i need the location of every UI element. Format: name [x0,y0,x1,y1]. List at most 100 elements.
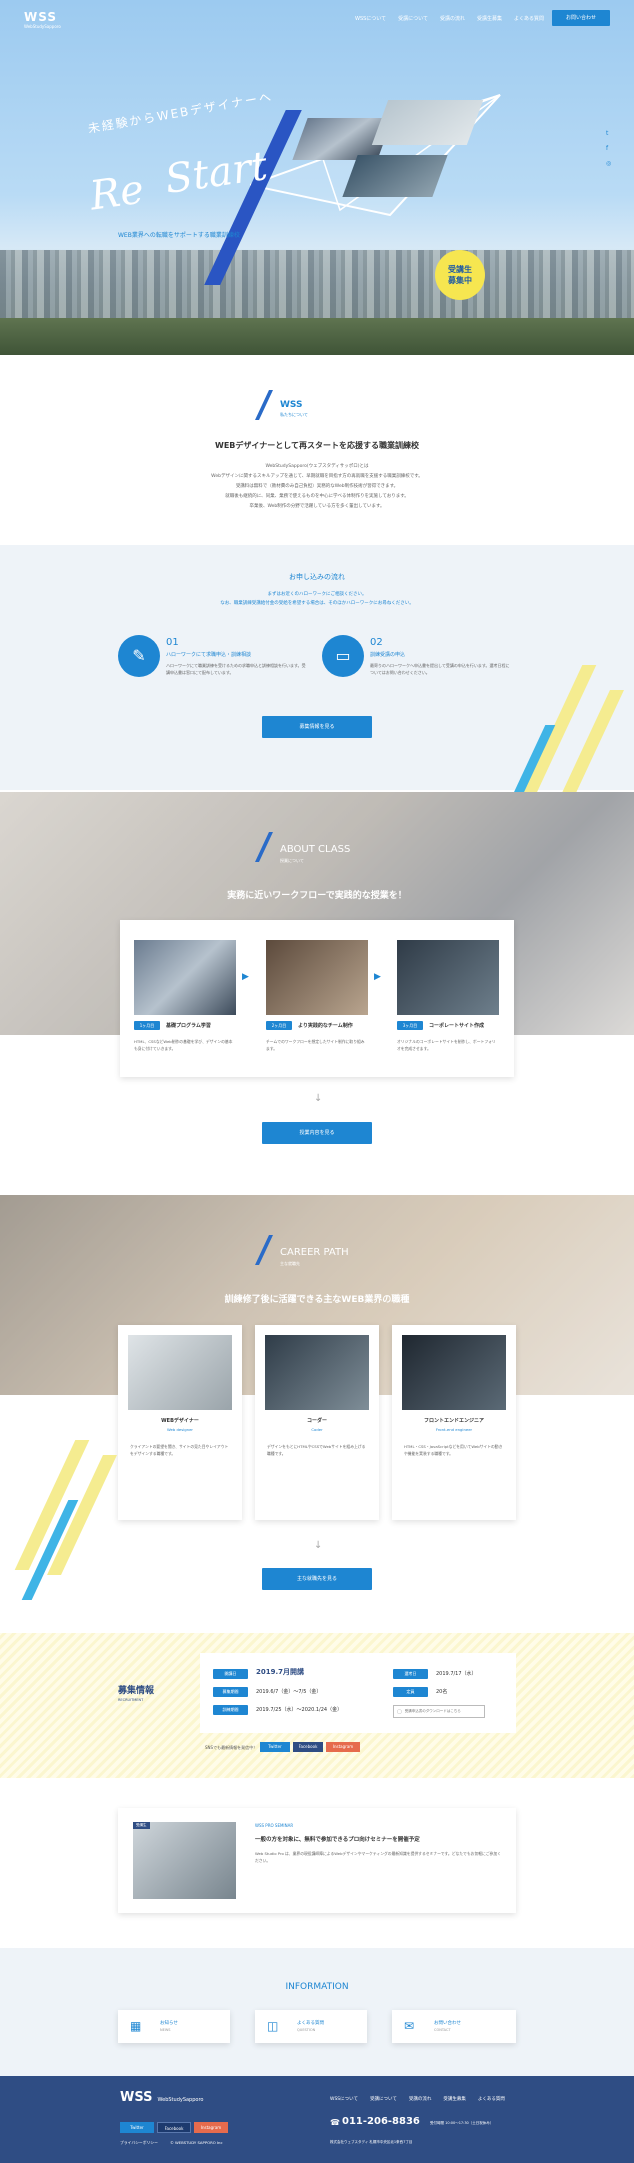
nav-item-recruit[interactable]: 受講生募集 [477,15,502,22]
sns-twitter-button[interactable]: Twitter [260,1742,290,1752]
site-logo[interactable]: WSS WebStudySapporo [24,10,61,29]
building-icon: ▦ [130,2019,142,2033]
recruiting-badge[interactable]: 受講生 募集中 [435,250,485,300]
flow-step-2: ▭ 02 訓練受講の申込 最寄りのハローワークへ申込書を提出して受講の申込を行い… [322,635,517,695]
month-tag: 1ヶ月目 [134,1021,160,1030]
recruit-en: RECRUITMENT [118,1698,144,1702]
about-body-line: 受講料は無料で（教材費のみ自己負担）実務的なWeb制作技術が習得できます。 [235,484,399,489]
footer-facebook-button[interactable]: Facebook [157,2122,191,2133]
flow-step-1: ✎ 01 ハローワークにて求職申込・訓練相談 ハローワークにて職業訓練を受けるた… [118,635,313,695]
job-card-coder[interactable]: コーダー Coder デザインをもとにHTMLやCSSでWebサイトを組み上げる… [255,1325,379,1520]
job-en: Coder [311,1427,323,1432]
recruit-value: 2019.7月開講 [256,1668,305,1676]
about-body-line: Webデザインに関するスキルアップを通じて、早期就職を目指す方の再就職を支援する… [211,474,423,479]
step-text: ハローワークにて職業訓練を受けるための求職申込と訓練相談を行います。受講申込書は… [166,663,306,675]
info-faq[interactable]: ◫ よくある質問 QUESTION [255,2010,367,2043]
step-num: 02 [370,637,383,648]
step-title: 訓練受講の申込 [370,652,406,658]
job-en: Front-end engineer [435,1427,473,1432]
job-title: WEBデザイナー [161,1418,199,1424]
recruit-value: 2019.6/7（金）〜7/5（金） [256,1689,322,1695]
contact-button[interactable]: お問い合わせ [552,10,610,26]
info-item-en: QUESTION [297,2028,316,2032]
about-body-line: 就職後も継続的に、同業、業務で使えるものを中心に学べる体制作りを実施しております… [225,494,409,499]
class-kana: 授業について [280,858,304,863]
sns-share-text: SNSでも最新情報を発信中！ [205,1745,258,1750]
down-arrow-icon: ↓ [314,1540,323,1551]
class-step-text: チームでのワークフローを想定したサイト制作に取り組みます。 [266,1039,365,1051]
sns-facebook-button[interactable]: Facebook [293,1742,323,1752]
about-body: WebStudySapporo(ウェブスタディサッポロ)とは Webデザインに関… [80,462,554,512]
seminar-title: 一般の方を対象に、無料で参加できるプロ向けセミナーを開催予定 [255,1837,420,1843]
hero-title-re: Re [87,166,147,220]
recruit-info-button[interactable]: 募集情報を見る [262,716,372,738]
step-num: 01 [166,637,179,648]
hero-photo-3 [342,155,448,197]
deco-stripe-yellow [47,1455,117,1575]
footer-address: 株式会社ウェブスタディ 札幌市中央区北1条西7丁目 [330,2140,413,2144]
info-item-title: お問い合わせ [434,2021,461,2026]
footer-nav-recruit[interactable]: 受講生募集 [443,2096,466,2102]
footer-copyright: © WEBSTUDY SAPPORO Inc [170,2140,223,2145]
down-arrow-icon: ↓ [314,1093,323,1104]
footer-nav-faq[interactable]: よくある質問 [478,2096,505,2102]
recruit-value: 2019.7/17（水） [436,1671,477,1677]
nav-item-faq[interactable]: よくある質問 [514,15,544,22]
about-name: WSS [280,400,303,410]
job-card-frontend[interactable]: フロントエンドエンジニア Front-end engineer HTML・CSS… [392,1325,516,1520]
info-news[interactable]: ▦ お知らせ NEWS [118,2010,230,2043]
class-step-text: HTML、CSSなどWeb制作の基礎を学び、デザインの基本も身に付けていきます。 [134,1039,233,1051]
footer [0,2076,634,2163]
twitter-icon[interactable]: t [606,130,611,137]
chat-icon: ◫ [267,2019,279,2033]
footer-nav-course[interactable]: 受講について [370,2096,397,2102]
about-kana: 私たちについて [280,412,308,417]
job-text: HTML・CSS・JavaScriptなどを用いてWebサイトの動きや機能を実装… [404,1444,503,1456]
month-tag: 2ヶ月目 [266,1021,292,1030]
class-content-button[interactable]: 授業内容を見る [262,1122,372,1144]
footer-nav-about[interactable]: WSSについて [330,2096,358,2102]
month-tag: 3ヶ月目 [397,1021,423,1030]
job-title: コーダー [306,1418,327,1424]
info-item-en: NEWS [160,2028,171,2032]
footer-nav-flow[interactable]: 受講の流れ [409,2096,432,2102]
sns-instagram-button[interactable]: Instagram [326,1742,360,1752]
recruit-label: 開講日 [213,1669,248,1679]
footer-privacy-link[interactable]: プライバシーポリシー [120,2140,158,2146]
recruit-value: 2019.7/25（水）〜2020.1/24（金） [256,1707,343,1713]
job-en: Web designer [167,1427,193,1432]
flow-desc-line: まずはお近くのハローワークにご相談ください。 [267,592,367,597]
footer-hours: 受付時間 10:00〜17:30（土日祝休み） [430,2121,494,2125]
footer-logo[interactable]: WSS WebStudySapporo [120,2090,203,2105]
flow-desc: まずはお近くのハローワークにご相談ください。 なお、職業訓練受講給付金の受給を希… [0,590,634,608]
info-contact[interactable]: ✉ お問い合わせ CONTACT [392,2010,516,2043]
phone-icon: ☎ [330,2118,340,2127]
recruit-title: 募集情報 [118,1686,155,1696]
header-nav: WSSについて 受講について 受講の流れ 受講生募集 よくある質問 [355,15,544,22]
step-text: 最寄りのハローワークへ申込書を提出して受講の申込を行います。選考日程についてはお… [370,663,510,675]
nav-item-about[interactable]: WSSについて [355,15,386,22]
info-item-title: お知らせ [160,2021,178,2026]
nav-item-course[interactable]: 受講について [398,15,428,22]
document-icon: ▢ [397,1708,402,1715]
info-item-en: CONTACT [434,2028,451,2032]
job-text: デザインをもとにHTMLやCSSでWebサイトを組み上げる職種です。 [267,1444,366,1456]
nav-item-flow[interactable]: 受講の流れ [440,15,465,22]
career-button[interactable]: 主な就職先を見る [262,1568,372,1590]
pdf-link-text: 受講申込書のダウンロードはこちら [404,1709,461,1713]
recruit-label: 定員 [393,1687,428,1697]
footer-instagram-button[interactable]: Instagram [194,2122,228,2133]
job-photo [265,1335,369,1410]
class-step-title: 基礎プログラム学習 [166,1023,211,1029]
job-card-designer[interactable]: WEBデザイナー Web designer クライアントの要望を聞き、サイトの見… [118,1325,242,1520]
hero-photo-2 [371,100,484,145]
class-title: ABOUT CLASS [280,844,351,855]
footer-twitter-button[interactable]: Twitter [120,2122,154,2133]
footer-phone[interactable]: 011-206-8836 [342,2116,420,2127]
seminar-text: Web Studio Pro は、業界の現役講師陣によるWebデザインやマーケテ… [255,1851,501,1863]
career-title: CAREER PATH [280,1247,349,1258]
instagram-icon[interactable]: ◎ [606,160,611,167]
recruit-label: 募集期間 [213,1687,248,1697]
pdf-download-link[interactable]: ▢ 受講申込書のダウンロードはこちら [393,1705,485,1718]
facebook-icon[interactable]: f [606,145,611,152]
